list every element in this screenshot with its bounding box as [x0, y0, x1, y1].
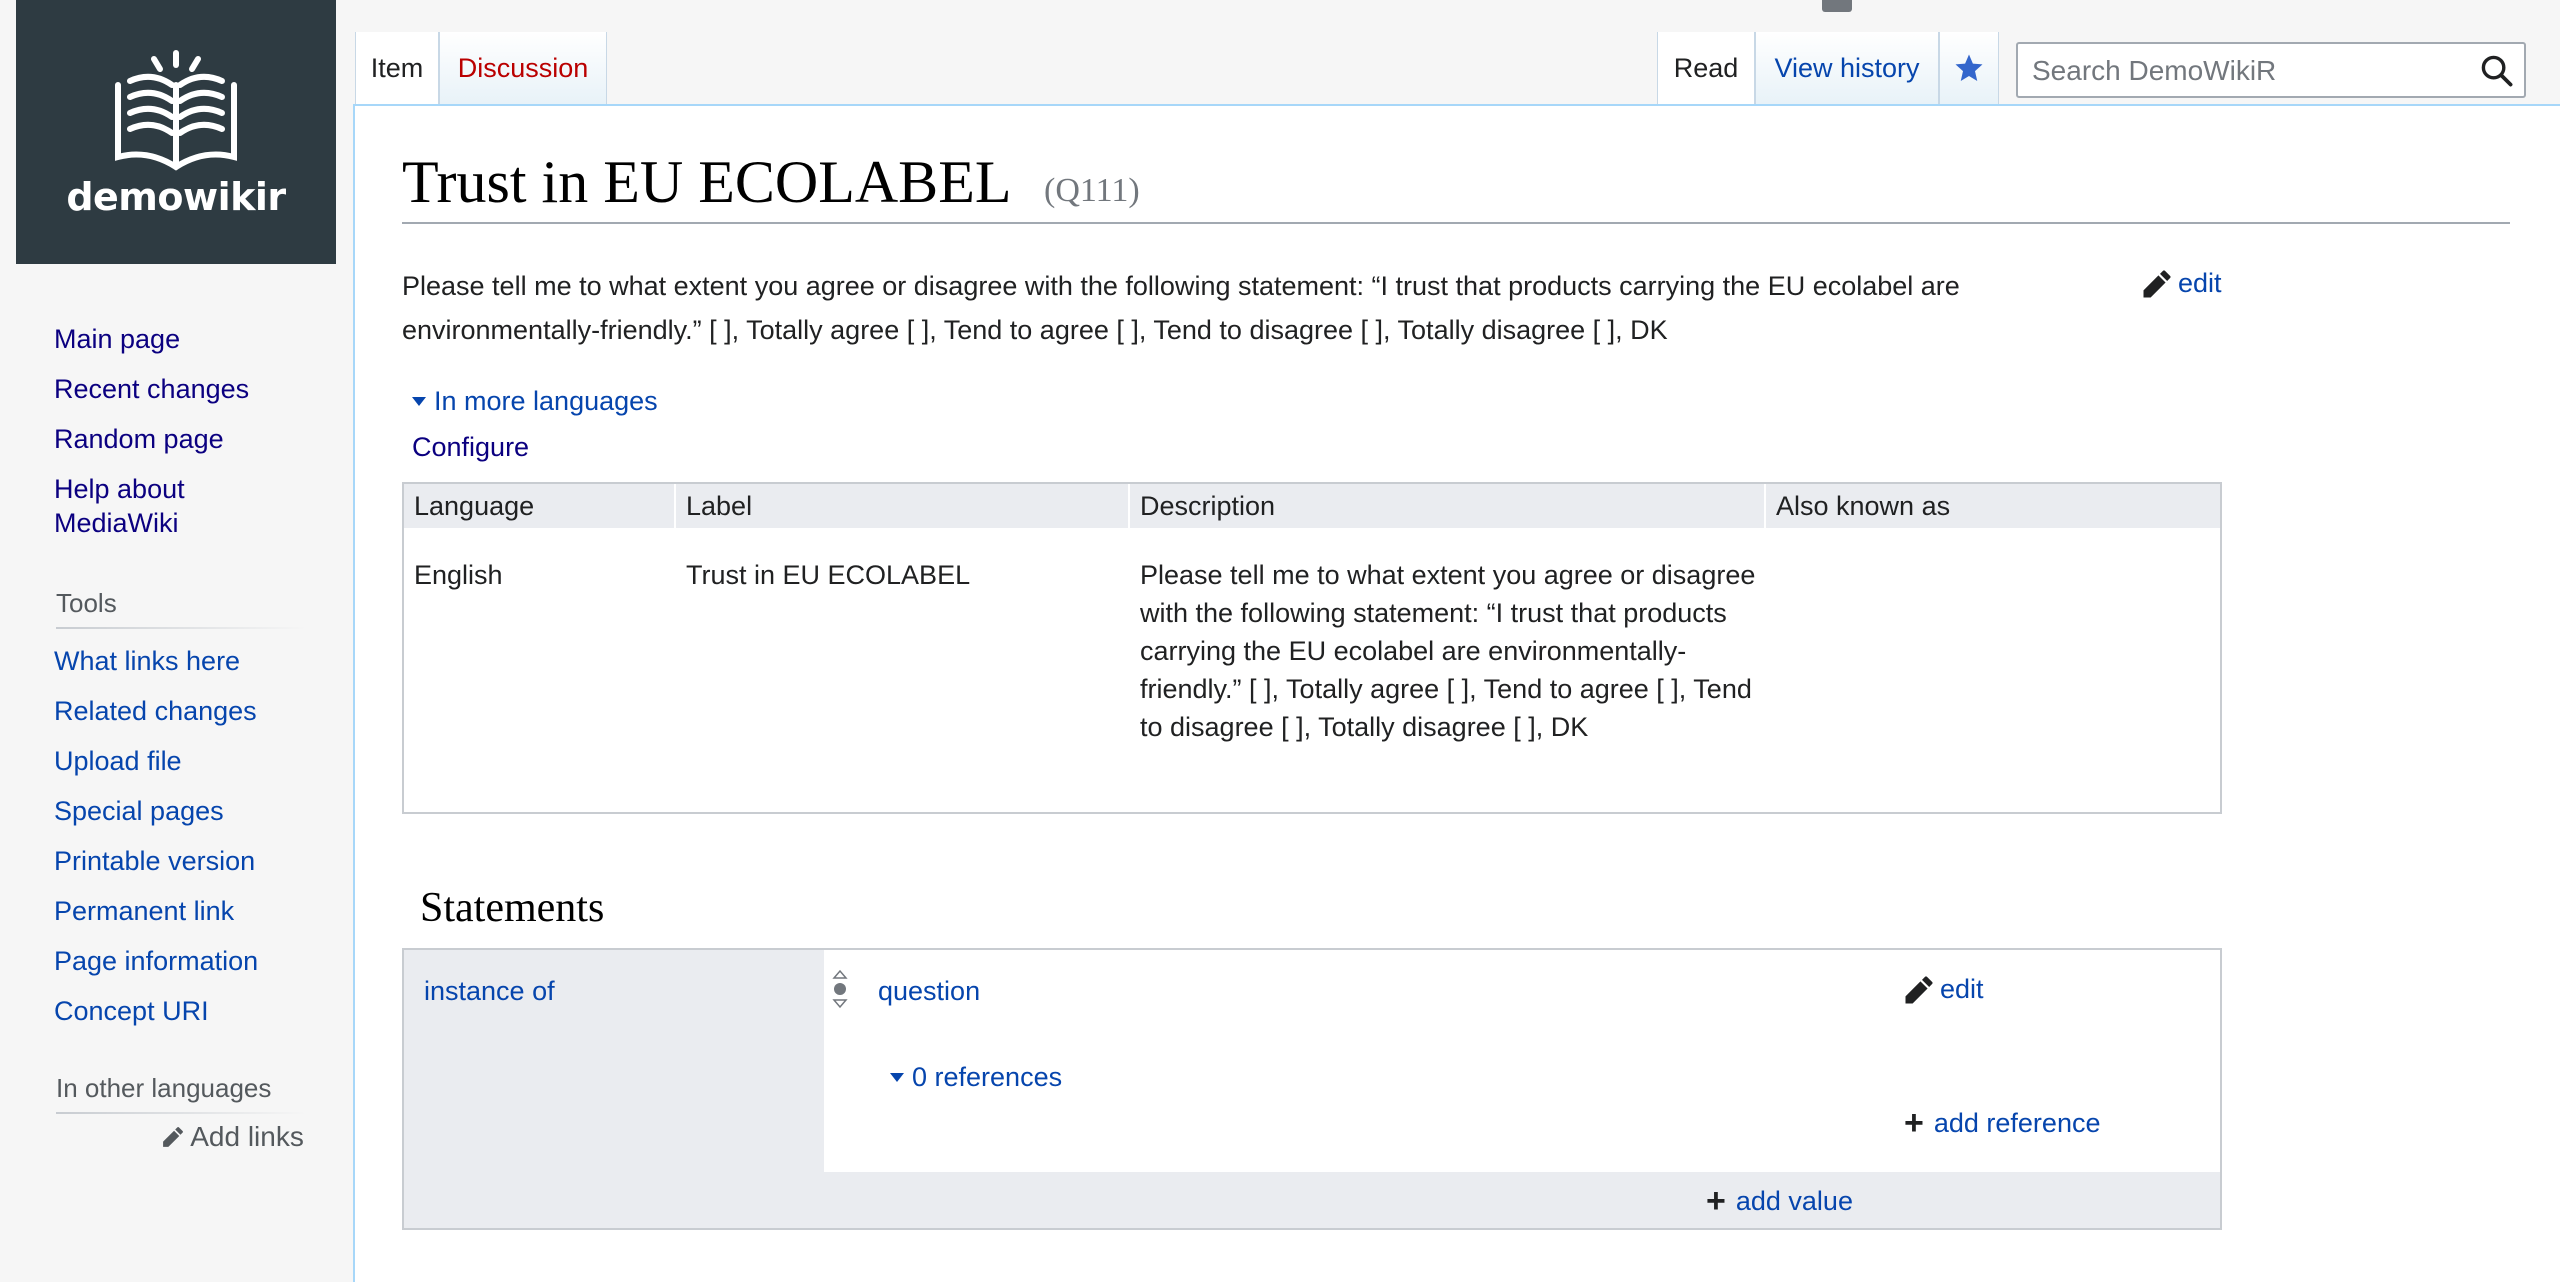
triangle-down-icon: [890, 1073, 904, 1082]
entity-id: (Q111): [1044, 172, 1140, 209]
main-navigation: Main page Recent changes Random page Hel…: [54, 322, 249, 556]
nav-item-help[interactable]: Help about MediaWiki: [54, 472, 224, 540]
tab-item[interactable]: Item: [355, 32, 439, 104]
edit-label[interactable]: edit: [2178, 268, 2222, 299]
more-languages-toggle[interactable]: In more languages: [412, 386, 658, 417]
watch-star-button[interactable]: [1939, 32, 1999, 104]
column-header-description: Description: [1130, 484, 1766, 528]
configure-link[interactable]: Configure: [412, 432, 529, 463]
pencil-icon: [163, 1127, 183, 1147]
references-label[interactable]: 0 references: [912, 1062, 1062, 1093]
nav-item-main-page[interactable]: Main page: [54, 322, 249, 356]
statement-values: question edit 0 references + add referen…: [824, 950, 2220, 1172]
description-edit-button[interactable]: edit: [2142, 268, 2222, 299]
tools-item-concept-uri[interactable]: Concept URI: [54, 994, 258, 1028]
page-description: Please tell me to what extent you agree …: [402, 271, 1960, 345]
cell-language: English: [414, 560, 503, 590]
tools-item-special-pages[interactable]: Special pages: [54, 794, 258, 828]
tools-item-page-information[interactable]: Page information: [54, 944, 258, 978]
tools-item-printable-version[interactable]: Printable version: [54, 844, 258, 878]
search-icon[interactable]: [2480, 54, 2514, 88]
rank-selector-icon[interactable]: [830, 968, 850, 1010]
add-reference-button[interactable]: + add reference: [1904, 1106, 2100, 1140]
add-links-button[interactable]: Add links: [162, 1121, 304, 1153]
tools-item-permanent-link[interactable]: Permanent link: [54, 894, 258, 928]
more-languages-label[interactable]: In more languages: [434, 386, 658, 417]
plus-icon: +: [1706, 1182, 1726, 1220]
page-heading: Trust in EU ECOLABEL (Q111): [402, 148, 2510, 224]
search-input[interactable]: [2030, 50, 2474, 92]
tab-discussion[interactable]: Discussion: [439, 32, 607, 104]
statements-heading: Statements: [420, 885, 605, 931]
language-table: Language Label Description Also known as…: [402, 482, 2222, 814]
add-value-button[interactable]: + add value: [1706, 1184, 1853, 1218]
tools-navigation: What links here Related changes Upload f…: [54, 644, 258, 1044]
user-menu-icon[interactable]: [1822, 0, 1852, 12]
column-header-language: Language: [404, 484, 676, 528]
other-languages-heading: In other languages: [56, 1073, 306, 1114]
references-toggle[interactable]: 0 references: [890, 1062, 1062, 1093]
plus-icon: +: [1904, 1104, 1924, 1142]
statement-group: instance of question edit 0 references +…: [402, 948, 2222, 1230]
star-icon: [1955, 54, 1983, 82]
tab-read[interactable]: Read: [1657, 32, 1755, 104]
pencil-icon: [1905, 975, 1933, 1003]
cell-description: Please tell me to what extent you agree …: [1140, 560, 1756, 742]
edit-label[interactable]: edit: [1940, 974, 1984, 1005]
nav-item-random-page[interactable]: Random page: [54, 422, 249, 456]
search-box: [2016, 42, 2526, 98]
page-title: Trust in EU ECOLABEL: [402, 149, 1012, 215]
cell-label: Trust in EU ECOLABEL: [686, 560, 971, 590]
column-header-label: Label: [676, 484, 1130, 528]
triangle-down-icon: [412, 397, 426, 406]
column-header-aliases: Also known as: [1776, 491, 1951, 521]
nav-item-recent-changes[interactable]: Recent changes: [54, 372, 249, 406]
tools-item-what-links-here[interactable]: What links here: [54, 644, 258, 678]
tools-item-upload-file[interactable]: Upload file: [54, 744, 258, 778]
tools-item-related-changes[interactable]: Related changes: [54, 694, 258, 728]
add-value-label[interactable]: add value: [1736, 1186, 1853, 1217]
book-icon: [115, 50, 237, 171]
tools-heading: Tools: [56, 588, 306, 629]
logo-wordmark: demowikir: [66, 175, 286, 219]
pencil-icon: [2143, 269, 2171, 297]
tab-view-history[interactable]: View history: [1755, 32, 1939, 104]
add-reference-label[interactable]: add reference: [1934, 1108, 2101, 1139]
property-link[interactable]: instance of: [424, 976, 555, 1007]
site-logo[interactable]: demowikir: [16, 0, 336, 264]
statement-value-link[interactable]: question: [878, 976, 980, 1007]
add-links-label[interactable]: Add links: [190, 1121, 304, 1152]
statement-edit-button[interactable]: edit: [1904, 974, 1984, 1005]
